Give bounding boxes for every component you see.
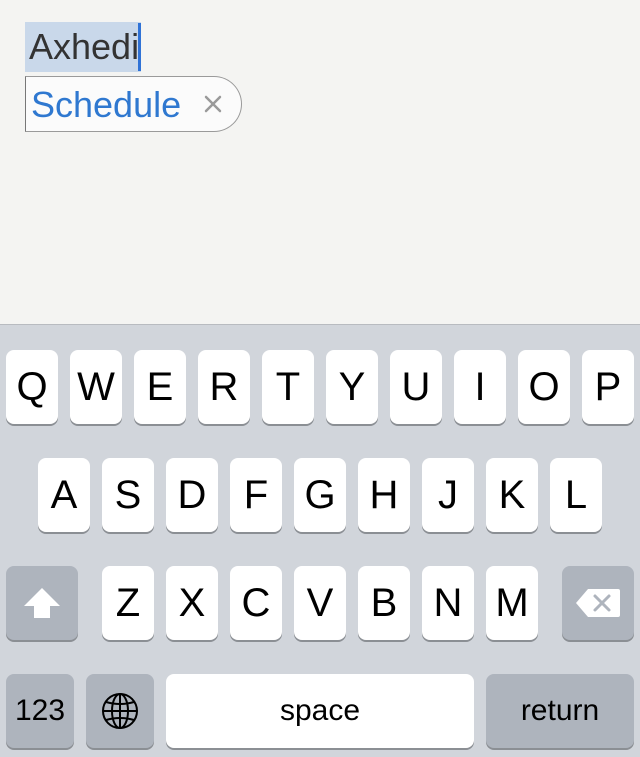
key-v[interactable]: V — [294, 566, 346, 640]
key-j[interactable]: J — [422, 458, 474, 532]
globe-key[interactable] — [86, 674, 154, 748]
key-f[interactable]: F — [230, 458, 282, 532]
tag-label: Schedule — [31, 84, 182, 125]
close-icon[interactable] — [202, 91, 224, 117]
key-e[interactable]: E — [134, 350, 186, 424]
key-l[interactable]: L — [550, 458, 602, 532]
globe-icon — [100, 691, 140, 731]
onscreen-keyboard: Q W E R T Y U I O P A S D F G H J K L Z … — [0, 324, 640, 757]
key-b[interactable]: B — [358, 566, 410, 640]
key-k[interactable]: K — [486, 458, 538, 532]
key-h[interactable]: H — [358, 458, 410, 532]
key-c[interactable]: C — [230, 566, 282, 640]
key-t[interactable]: T — [262, 350, 314, 424]
key-o[interactable]: O — [518, 350, 570, 424]
key-s[interactable]: S — [102, 458, 154, 532]
note-title-field[interactable]: Axhedi — [25, 22, 142, 72]
numbers-key[interactable]: 123 — [6, 674, 74, 748]
key-u[interactable]: U — [390, 350, 442, 424]
key-y[interactable]: Y — [326, 350, 378, 424]
key-w[interactable]: W — [70, 350, 122, 424]
text-cursor — [138, 23, 142, 71]
delete-key[interactable] — [562, 566, 634, 640]
backspace-icon — [574, 587, 622, 619]
key-a[interactable]: A — [38, 458, 90, 532]
key-q[interactable]: Q — [6, 350, 58, 424]
key-g[interactable]: G — [294, 458, 346, 532]
key-z[interactable]: Z — [102, 566, 154, 640]
key-x[interactable]: X — [166, 566, 218, 640]
key-d[interactable]: D — [166, 458, 218, 532]
key-n[interactable]: N — [422, 566, 474, 640]
key-p[interactable]: P — [582, 350, 634, 424]
space-key[interactable]: space — [166, 674, 474, 748]
note-title-text: Axhedi — [29, 26, 140, 67]
shift-arrow-icon — [22, 586, 62, 620]
key-r[interactable]: R — [198, 350, 250, 424]
tag-chip[interactable]: Schedule — [25, 76, 242, 132]
key-m[interactable]: M — [486, 566, 538, 640]
note-editor[interactable]: Axhedi Schedule — [0, 0, 640, 324]
shift-key[interactable] — [6, 566, 78, 640]
key-i[interactable]: I — [454, 350, 506, 424]
return-key[interactable]: return — [486, 674, 634, 748]
